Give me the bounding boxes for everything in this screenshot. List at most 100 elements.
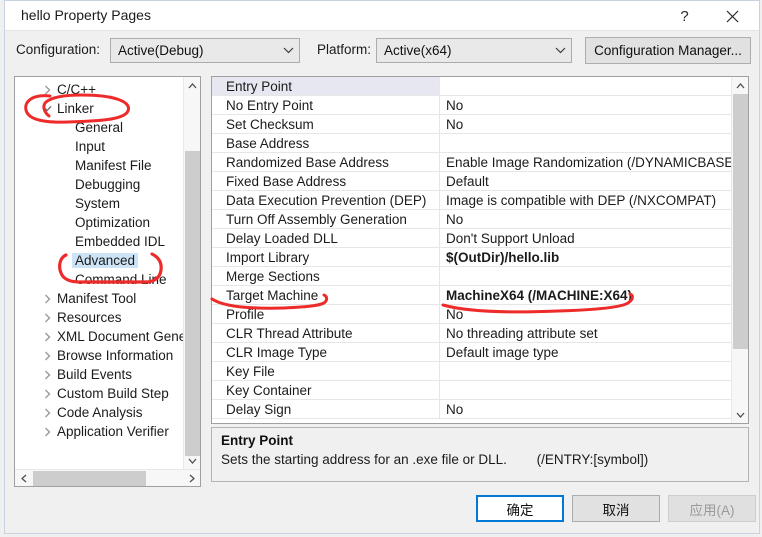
chevron-right-icon[interactable] xyxy=(39,365,55,384)
property-value[interactable]: No threading attribute set xyxy=(440,324,732,342)
tree-item-build-events[interactable]: Build Events xyxy=(44,365,133,384)
tree-horizontal-scrollbar[interactable] xyxy=(15,469,200,486)
scroll-up-icon[interactable] xyxy=(184,77,200,94)
tree-item-optimization[interactable]: Optimization xyxy=(75,213,150,232)
chevron-right-icon[interactable] xyxy=(39,384,55,403)
close-button[interactable] xyxy=(710,2,755,31)
property-value[interactable] xyxy=(440,362,732,380)
chevron-right-icon[interactable] xyxy=(39,403,55,422)
property-row[interactable]: CLR Image Type Default image type xyxy=(212,343,732,362)
property-value[interactable]: Image is compatible with DEP (/NXCOMPAT) xyxy=(440,191,732,209)
property-value[interactable]: No xyxy=(440,115,732,133)
tree-item-system[interactable]: System xyxy=(75,194,120,213)
tree-item-custom-build-step[interactable]: Custom Build Step xyxy=(44,384,169,403)
tree-item-linker[interactable]: Linker xyxy=(42,99,94,118)
tree-item-manifest-file[interactable]: Manifest File xyxy=(75,156,152,175)
chevron-right-icon[interactable] xyxy=(39,346,55,365)
property-row[interactable]: Profile No xyxy=(212,305,732,324)
tree-item-label: General xyxy=(75,120,124,135)
tree-item-xml-document-gene[interactable]: XML Document Gene xyxy=(44,327,183,346)
property-grid[interactable]: Entry Point No Entry Point No Set Checksum N… xyxy=(211,76,749,424)
grid-scrollbar-thumb[interactable] xyxy=(733,94,748,349)
tree-item-c-c[interactable]: C/C++ xyxy=(44,80,97,99)
scroll-left-icon[interactable] xyxy=(15,470,32,486)
property-name: Target Machine xyxy=(212,286,440,304)
platform-select[interactable]: Active(x64) xyxy=(376,38,572,63)
property-row[interactable]: CLR Thread Attribute No threading attribu… xyxy=(212,324,732,343)
tree-scrollbar-thumb[interactable] xyxy=(185,151,200,456)
platform-label: Platform: xyxy=(317,42,372,57)
property-value[interactable]: No xyxy=(440,305,732,323)
scroll-up-icon[interactable] xyxy=(732,77,748,94)
tree-item-application-verifier[interactable]: Application Verifier xyxy=(44,422,169,441)
configuration-select[interactable]: Active(Debug) xyxy=(110,38,300,63)
property-value[interactable] xyxy=(440,267,732,285)
cancel-button[interactable]: 取消 xyxy=(572,495,660,522)
property-row[interactable]: Base Address xyxy=(212,134,732,153)
platform-value: Active(x64) xyxy=(384,43,452,58)
property-row[interactable]: Key Container xyxy=(212,381,732,400)
property-row[interactable]: Entry Point xyxy=(212,77,732,96)
property-value[interactable] xyxy=(440,134,732,152)
property-row[interactable]: Randomized Base Address Enable Image Rand… xyxy=(212,153,732,172)
tree-item-general[interactable]: General xyxy=(75,118,123,137)
ok-button[interactable]: 确定 xyxy=(476,495,564,522)
property-row[interactable]: Target Machine MachineX64 (/MACHINE:X64) xyxy=(212,286,732,305)
scroll-down-icon[interactable] xyxy=(184,452,200,469)
settings-tree[interactable]: C/C++ Linker General Input Manifest File Debu… xyxy=(14,76,201,487)
property-value[interactable]: Don't Support Unload xyxy=(440,229,732,247)
property-row[interactable]: Set Checksum No xyxy=(212,115,732,134)
description-pane: Entry Point Sets the starting address fo… xyxy=(211,427,749,482)
property-value[interactable]: Default image type xyxy=(440,343,732,361)
property-value[interactable]: Enable Image Randomization (/DYNAMICBASE… xyxy=(440,153,732,171)
property-row[interactable]: Merge Sections xyxy=(212,267,732,286)
tree-item-resources[interactable]: Resources xyxy=(44,308,122,327)
chevron-right-icon[interactable] xyxy=(39,308,55,327)
chevron-right-icon[interactable] xyxy=(39,289,55,308)
tree-item-advanced[interactable]: Advanced xyxy=(72,251,139,270)
property-value[interactable]: No xyxy=(440,400,732,418)
property-row[interactable]: Turn Off Assembly Generation No xyxy=(212,210,732,229)
configuration-bar: Configuration: Active(Debug) Platform: A… xyxy=(5,31,759,71)
tree-item-label: Build Events xyxy=(57,367,133,382)
tree-item-debugging[interactable]: Debugging xyxy=(75,175,140,194)
tree-vertical-scrollbar[interactable] xyxy=(183,77,200,469)
chevron-right-icon[interactable] xyxy=(39,422,55,441)
property-value[interactable]: MachineX64 (/MACHINE:X64) xyxy=(440,286,732,304)
property-name: Turn Off Assembly Generation xyxy=(212,210,440,228)
tree-item-browse-information[interactable]: Browse Information xyxy=(44,346,173,365)
property-name: Delay Loaded DLL xyxy=(212,229,440,247)
property-row[interactable]: Fixed Base Address Default xyxy=(212,172,732,191)
scroll-down-icon[interactable] xyxy=(732,406,748,423)
tree-item-embedded-idl[interactable]: Embedded IDL xyxy=(75,232,165,251)
tree-hscrollbar-thumb[interactable] xyxy=(33,471,146,486)
chevron-right-icon[interactable] xyxy=(39,80,55,99)
chevron-down-icon[interactable] xyxy=(39,99,55,118)
scroll-right-icon[interactable] xyxy=(183,470,200,486)
property-row[interactable]: No Entry Point No xyxy=(212,96,732,115)
property-row[interactable]: Delay Loaded DLL Don't Support Unload xyxy=(212,229,732,248)
tree-item-command-line[interactable]: Command Line xyxy=(75,270,167,289)
property-value[interactable]: No xyxy=(440,96,732,114)
property-row[interactable]: Key File xyxy=(212,362,732,381)
close-icon xyxy=(726,10,739,23)
property-row[interactable]: Import Library $(OutDir)/hello.lib xyxy=(212,248,732,267)
help-button[interactable]: ? xyxy=(662,2,707,31)
tree-item-code-analysis[interactable]: Code Analysis xyxy=(44,403,143,422)
configuration-label: Configuration: xyxy=(16,42,101,57)
property-name: Base Address xyxy=(212,134,440,152)
chevron-right-icon[interactable] xyxy=(39,327,55,346)
property-value[interactable]: No xyxy=(440,210,732,228)
property-value[interactable] xyxy=(440,77,732,95)
tree-item-input[interactable]: Input xyxy=(75,137,105,156)
property-value[interactable] xyxy=(440,381,732,399)
property-value[interactable]: Default xyxy=(440,172,732,190)
tree-item-manifest-tool[interactable]: Manifest Tool xyxy=(44,289,136,308)
property-row[interactable]: Delay Sign No xyxy=(212,400,732,419)
tree-item-label: Embedded IDL xyxy=(75,234,166,249)
property-row[interactable]: Data Execution Prevention (DEP) Image is … xyxy=(212,191,732,210)
grid-vertical-scrollbar[interactable] xyxy=(731,77,748,423)
tree-item-label: C/C++ xyxy=(57,82,97,97)
configuration-manager-button[interactable]: Configuration Manager... xyxy=(585,37,751,64)
property-value[interactable]: $(OutDir)/hello.lib xyxy=(440,248,732,266)
